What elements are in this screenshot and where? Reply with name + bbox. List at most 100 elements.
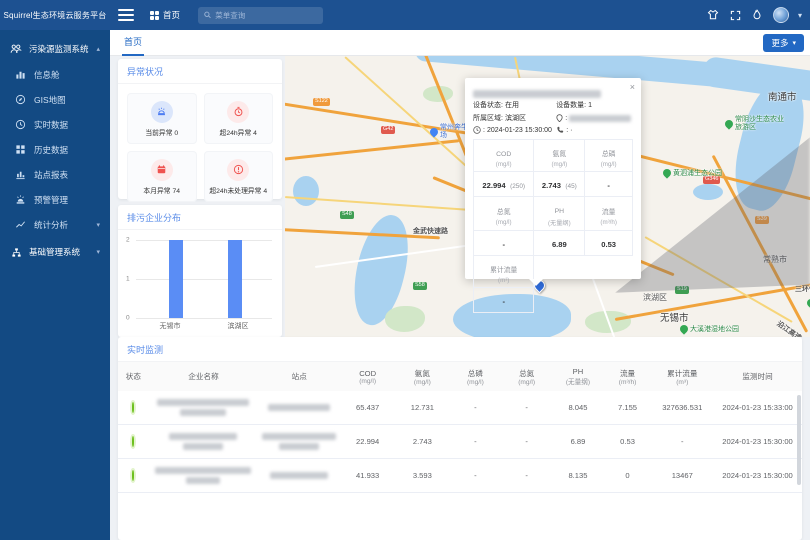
sidebar-item-gis-map[interactable]: GIS地图 <box>0 87 110 112</box>
tn-value: - <box>501 391 552 425</box>
chevron-up-icon: ▴ <box>96 45 100 53</box>
field-value: 2024-01-23 15:30:00 <box>487 127 552 134</box>
poi-huangsipu-park[interactable]: 黄泗浦生态公园 <box>663 168 722 178</box>
field-value: 1 <box>588 102 592 109</box>
river-branch <box>693 184 723 200</box>
nh3-value: 3.593 <box>395 459 450 493</box>
monitoring-system-icon <box>10 43 22 55</box>
road-name-label: 三环快速路 <box>795 284 810 294</box>
card-over24h-unhandled[interactable]: 超24h未处理异常 4 <box>204 151 274 202</box>
fullscreen-icon[interactable] <box>729 9 742 22</box>
close-icon[interactable]: × <box>630 82 635 92</box>
stopwatch-icon <box>227 101 249 123</box>
cod-value: 65.437 <box>340 391 395 425</box>
search-icon <box>204 11 211 19</box>
sidebar-item-realtime-data[interactable]: 实时数据 <box>0 112 110 137</box>
poi-leaf-icon <box>723 118 734 129</box>
app-window: Squirrel生态环境云服务平台 首页 ▾ <box>0 0 810 540</box>
field-label: 所属区域: <box>473 113 503 123</box>
more-button[interactable]: 更多 ▾ <box>763 34 804 52</box>
route-badge: S58 <box>413 282 427 290</box>
bar-binhu[interactable] <box>228 240 242 318</box>
chevron-down-icon: ▾ <box>792 39 796 47</box>
monitor-time: 2024-01-23 15:33:00 <box>713 391 802 425</box>
park-area <box>385 306 425 332</box>
sidebar-item-alert-management[interactable]: 预警管理 <box>0 187 110 212</box>
cod-value: 41.933 <box>340 459 395 493</box>
tp-value: - <box>450 425 501 459</box>
topbar-home-link[interactable]: 首页 <box>150 9 180 21</box>
table-scrollbar[interactable] <box>797 395 801 485</box>
table-row[interactable]: 22.994 2.743 - - 6.89 0.53 - 2024-01-23 … <box>118 425 802 459</box>
poi-leaf-icon <box>805 297 810 308</box>
poi-pin-icon <box>428 126 439 137</box>
tab-bar: 首页 更多 ▾ <box>110 30 810 56</box>
gis-map[interactable]: S122 G42 G2 S48 S58 G346 S39 S19 靖江市 南通市… <box>285 56 810 337</box>
station-name-redacted <box>260 404 338 411</box>
grid-icon <box>150 11 159 20</box>
ph-value: 8.045 <box>552 391 603 425</box>
sidebar-group-pollution-monitoring[interactable]: 污染源监测系统 ▴ <box>0 36 110 62</box>
route-badge: S122 <box>313 98 330 106</box>
sidebar-group-base-management[interactable]: 基础管理系统 ▾ <box>0 239 110 265</box>
poi-leaf-icon <box>661 167 672 178</box>
sitemap-icon <box>10 246 22 258</box>
y-tick: 2 <box>126 237 130 244</box>
siren-icon <box>14 194 26 206</box>
menu-search[interactable] <box>198 7 323 24</box>
sidebar-item-history-data[interactable]: 历史数据 <box>0 137 110 162</box>
topbar-actions: ▾ <box>707 0 802 30</box>
sidebar-item-info-cabin[interactable]: 信息舱 <box>0 62 110 87</box>
route-badge: S48 <box>340 211 354 219</box>
realtime-monitor-table: 状态 企业名称 站点 COD(mg/l) 氨氮(mg/l) 总磷(mg/l) 总… <box>118 362 802 493</box>
field-value: 滨湖区 <box>505 113 526 123</box>
theme-skin-icon[interactable] <box>707 9 720 22</box>
status-dot-green <box>132 436 134 447</box>
sidebar-item-label: 预警管理 <box>34 194 68 206</box>
city-label: 无锡市 <box>660 310 689 324</box>
sidebar: 污染源监测系统 ▴ 信息舱 GIS地图 实时数据 历史数据 站点报表 预警管理 <box>0 30 110 540</box>
field-label: 设备状态: <box>473 100 503 110</box>
card-label: 超24h异常 4 <box>220 127 257 137</box>
hamburger-menu-icon[interactable] <box>118 9 134 21</box>
card-over24h-abnormal[interactable]: 超24h异常 4 <box>204 93 274 144</box>
card-month-abnormal[interactable]: 本月异常 74 <box>127 151 197 202</box>
user-avatar[interactable] <box>773 7 789 23</box>
field-value: · <box>570 127 572 134</box>
chevron-down-icon: ▾ <box>96 248 100 256</box>
more-button-label: 更多 <box>771 37 788 49</box>
tn-value: - <box>501 459 552 493</box>
card-label: 本月异常 74 <box>143 185 180 195</box>
table-header-row: 状态 企业名称 站点 COD(mg/l) 氨氮(mg/l) 总磷(mg/l) 总… <box>118 362 802 391</box>
flame-icon[interactable] <box>751 9 764 22</box>
tab-home[interactable]: 首页 <box>122 30 144 56</box>
table-row[interactable]: 65.437 12.731 - - 8.045 7.155 327636.531… <box>118 391 802 425</box>
status-dot-green <box>132 402 134 413</box>
user-menu-chevron-down-icon[interactable]: ▾ <box>798 11 802 20</box>
flow-value: 7.155 <box>604 391 652 425</box>
poi-changyinsha[interactable]: 常阴沙生态农业旅游区 <box>725 116 789 131</box>
sidebar-item-label: 统计分析 <box>34 219 68 231</box>
sidebar-item-label: 信息舱 <box>34 69 60 81</box>
road <box>285 139 459 161</box>
enterprise-distribution-panel: 排污企业分布 2 1 0 无锡市 滨湖区 <box>118 205 282 337</box>
poi-daxigang-park[interactable]: 大溪港湿地公园 <box>680 324 739 334</box>
company-name-redacted <box>151 433 256 450</box>
tp-value: - <box>450 391 501 425</box>
card-current-abnormal[interactable]: 当前异常 0 <box>127 93 197 144</box>
monitor-time: 2024-01-23 15:30:00 <box>713 459 802 493</box>
sidebar-item-label: 实时数据 <box>34 119 68 131</box>
sidebar-item-station-report[interactable]: 站点报表 <box>0 162 110 187</box>
card-label: 当前异常 0 <box>145 127 178 137</box>
chevron-down-icon: ▾ <box>96 221 100 229</box>
clock-icon <box>14 119 26 131</box>
route-badge: G42 <box>381 126 395 134</box>
city-label: 南通市 <box>768 89 797 103</box>
bar-wuxi[interactable] <box>169 240 183 318</box>
y-tick: 0 <box>126 315 130 322</box>
sidebar-item-statistics[interactable]: 统计分析 ▾ <box>0 212 110 237</box>
popup-title-redacted <box>473 85 633 95</box>
search-input[interactable] <box>215 11 317 20</box>
field-label: 设备数量: <box>556 100 586 110</box>
table-row[interactable]: 41.933 3.593 - - 8.135 0 13467 2024-01-2… <box>118 459 802 493</box>
